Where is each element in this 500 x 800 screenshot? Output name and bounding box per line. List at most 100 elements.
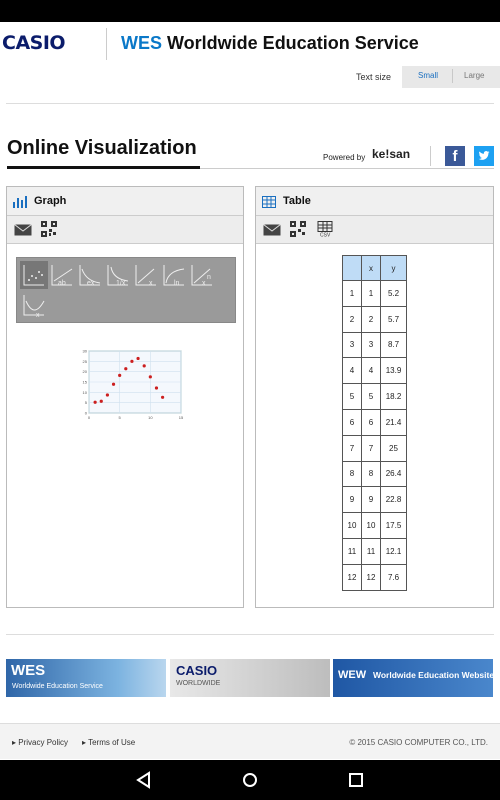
column-header-y: y: [380, 255, 407, 281]
table-panel-header: Table: [256, 187, 493, 216]
casio-banner-subtitle: WORLDWIDE: [176, 680, 221, 687]
x-cell: 11: [361, 537, 381, 565]
qr-code-icon[interactable]: [41, 221, 57, 237]
casio-worldwide-banner[interactable]: CASIO WORLDWIDE: [170, 659, 330, 697]
header-divider: [106, 28, 107, 60]
recents-icon[interactable]: [346, 770, 366, 790]
y-cell: 7.6: [380, 563, 407, 591]
keisan-logo[interactable]: ke!san: [372, 147, 410, 161]
data-table: x y 1 1 5.2 2 2 5.7 3 3 8.7 4 4 13.9 5 5 18.2 6 6 21.4 7 7 2…: [342, 255, 407, 591]
y-cell: 21.4: [380, 408, 407, 436]
csv-export-icon[interactable]: CSV: [317, 221, 333, 237]
text-size-label: Text size: [356, 72, 392, 82]
logarithmic-regression-icon[interactable]: ln: [160, 261, 188, 289]
mail-icon[interactable]: [14, 224, 32, 236]
graph-panel-header: Graph: [7, 187, 243, 216]
exponential-regression-icon[interactable]: ex: [76, 261, 104, 289]
divider: [6, 103, 494, 104]
column-header-x: x: [361, 255, 381, 281]
y-tick-label: 30: [83, 349, 88, 354]
wes-label: WES: [121, 33, 163, 53]
privacy-policy-link[interactable]: ▸ Privacy Policy: [12, 738, 68, 747]
x-cell: 4: [361, 357, 381, 385]
site-title[interactable]: WES Worldwide Education Service: [121, 33, 419, 54]
linear-regression-icon[interactable]: ab: [48, 261, 76, 289]
x-tick-label: 0: [88, 415, 91, 420]
casio-logo[interactable]: CASIO: [2, 32, 66, 54]
row-index-cell: 4: [342, 357, 362, 385]
y-cell: 26.4: [380, 460, 407, 488]
row-index-cell: 2: [342, 305, 362, 333]
table-body: 1 1 5.2 2 2 5.7 3 3 8.7 4 4 13.9 5 5 18.2 6 6 21.4 7 7 25 8 8 2…: [342, 280, 407, 591]
y-tick-label: 15: [83, 380, 88, 385]
y-cell: 5.7: [380, 305, 407, 333]
y-cell: 17.5: [380, 512, 407, 539]
text-size-options: Small Large: [402, 66, 500, 88]
text-size-divider: [452, 69, 453, 83]
y-cell: 12.1: [380, 537, 407, 565]
status-bar: [0, 0, 500, 22]
graph-panel-title: Graph: [34, 195, 67, 207]
table-row: 3 3 8.7: [342, 331, 407, 359]
twitter-icon[interactable]: [474, 146, 494, 166]
row-index-cell: 12: [342, 563, 362, 591]
back-icon[interactable]: [134, 770, 154, 790]
facebook-icon[interactable]: f: [445, 146, 465, 166]
x-tick-label: 5: [119, 415, 122, 420]
data-point: [136, 356, 140, 361]
home-icon[interactable]: [240, 770, 260, 790]
text-size-large[interactable]: Large: [464, 71, 484, 80]
y-cell: 5.2: [380, 280, 407, 307]
row-index-cell: 7: [342, 434, 362, 462]
x-cell: 2: [361, 305, 381, 333]
copyright: © 2015 CASIO COMPUTER CO., LTD.: [349, 738, 488, 747]
x-cell: 10: [361, 512, 381, 539]
svg-text:CSV: CSV: [320, 233, 331, 238]
y-cell: 22.8: [380, 486, 407, 514]
mail-icon[interactable]: [263, 224, 281, 236]
y-cell: 13.9: [380, 357, 407, 385]
quadratic-regression-icon[interactable]: x: [20, 291, 48, 319]
wes-banner-title: WES: [11, 662, 46, 679]
title-rule: [200, 168, 494, 169]
terms-of-use-label: Terms of Use: [88, 738, 136, 747]
row-index-cell: 6: [342, 408, 362, 436]
scatter-icon[interactable]: [20, 261, 48, 289]
x-cell: 9: [361, 486, 381, 514]
y-cell: 25: [380, 434, 407, 462]
wes-banner-subtitle: Worldwide Education Service: [12, 683, 103, 690]
wew-banner[interactable]: WEW Worldwide Education Website: [333, 659, 494, 697]
x-cell: 7: [361, 434, 381, 462]
row-index-cell: 1: [342, 280, 362, 307]
y-tick-label: 25: [83, 359, 88, 364]
inverse-regression-icon[interactable]: 1/x: [104, 261, 132, 289]
row-index-cell: 8: [342, 460, 362, 488]
graph-toolbar: [7, 216, 243, 244]
table-row: 5 5 18.2: [342, 383, 407, 410]
table-row: 2 2 5.7: [342, 305, 407, 333]
row-index-cell: 11: [342, 537, 362, 565]
data-point: [130, 359, 134, 363]
divider: [6, 634, 494, 635]
x-cell: 5: [361, 383, 381, 410]
svg-text:x: x: [202, 280, 206, 287]
data-point: [111, 382, 116, 386]
svg-text:x: x: [36, 312, 40, 319]
data-point: [161, 395, 165, 399]
data-point: [124, 367, 128, 371]
svg-text:ln: ln: [174, 280, 180, 287]
powered-by-label: Powered by: [323, 153, 366, 162]
wes-banner[interactable]: WES Worldwide Education Service: [6, 659, 166, 697]
power-regression-icon[interactable]: x: [132, 261, 160, 289]
row-index-cell: 10: [342, 512, 362, 539]
table-row: 11 11 12.1: [342, 537, 407, 565]
qr-code-icon[interactable]: [290, 221, 306, 237]
power-n-regression-icon[interactable]: xn: [188, 261, 216, 289]
table-panel-title: Table: [283, 195, 311, 207]
table-row: 7 7 25: [342, 434, 407, 462]
terms-of-use-link[interactable]: ▸ Terms of Use: [82, 738, 135, 747]
svg-text:n: n: [207, 274, 211, 281]
text-size-small[interactable]: Small: [418, 71, 438, 80]
y-cell: 8.7: [380, 331, 407, 359]
table-row: 10 10 17.5: [342, 512, 407, 539]
